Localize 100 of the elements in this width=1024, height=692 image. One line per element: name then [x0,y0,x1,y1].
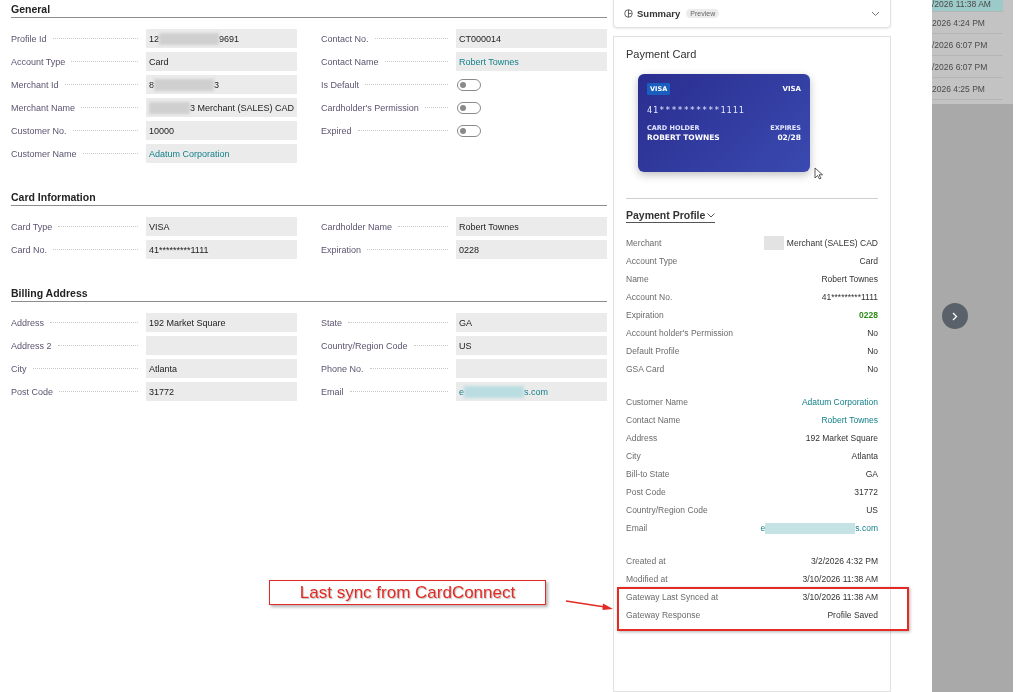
fact-value: Card [859,256,878,266]
field-label: Profile Id [11,33,47,44]
fact-label: Customer Name [626,397,688,407]
list-item[interactable]: /2026 6:07 PM [932,56,1003,78]
fact-label: Modified at [626,574,668,584]
mouse-cursor-icon [814,167,823,180]
fact-label: Default Profile [626,346,680,356]
fact-label: Name [626,274,649,284]
fact-value: 3/10/2026 11:38 AM [802,574,878,584]
fact-value: No [867,346,878,356]
fact-value: 41*********1111 [821,292,878,302]
chevron-right-icon [952,311,958,321]
section-heading: Card Information [11,191,607,206]
payment-profile-link[interactable]: Payment Profile [626,209,716,223]
field-label: Cardholder Name [321,221,393,232]
list-item[interactable]: /2026 6:07 PM [932,34,1003,56]
fact-label: Merchant [626,238,662,248]
field-label: Customer Name [11,148,77,159]
field-label: Address 2 [11,340,52,351]
fact-label: Email [626,523,648,533]
field-label: Country/Region Code [321,340,408,351]
fact-value: Profile Saved [827,610,878,620]
fact-label: Account No. [626,292,673,302]
input-field[interactable]: 10000 [146,121,297,140]
field-label: Card No. [11,244,47,255]
field-label: Cardholder's Permission [321,102,419,113]
fact-label: Account holder's Permission [626,328,733,338]
next-button[interactable] [942,303,968,329]
fact-label: City [626,451,641,461]
list-item[interactable]: 2026 4:24 PM [932,12,1003,34]
annotation-arrow [565,600,613,610]
panel-title: Payment Card [626,48,698,60]
input-field[interactable]: CT000014 [456,29,607,48]
field-label: Contact No. [321,33,369,44]
fact-value: 3/10/2026 11:38 AM [802,592,878,602]
section-heading: General [11,3,607,18]
field-label: City [11,363,27,374]
fact-label: GSA Card [626,364,665,374]
fact-link[interactable]: Robert Townes [821,415,878,425]
fact-label: Created at [626,556,666,566]
input-field[interactable]: 41*********1111 [146,240,297,259]
input-field[interactable]: Adatum Corporation [146,144,297,163]
fact-link[interactable]: Adatum Corporation [801,397,878,407]
input-field[interactable]: 192 Market Square [146,313,297,332]
chevron-down-icon[interactable] [871,10,880,17]
input-field[interactable]: 8 3 [146,75,297,94]
fact-label: Gateway Last Synced at [626,592,719,602]
fact-value: Robert Townes [821,274,878,284]
section-heading: Billing Address [11,287,607,302]
input-field[interactable]: GA [456,313,607,332]
field-label: Is Default [321,79,360,90]
toggle-switch[interactable] [457,101,481,114]
fact-value: Merchant (SALES) CAD [763,236,878,250]
fact-label: Address [626,433,658,443]
fact-label: Expiration [626,310,664,320]
field-label: Customer No. [11,125,67,136]
field-label: Email [321,386,344,397]
input-field[interactable]: US [456,336,607,355]
field-label: Expiration [321,244,362,255]
fact-value: No [867,364,878,374]
field-label: State [321,317,342,328]
input-field[interactable]: 12 9691 [146,29,297,48]
fact-value: 192 Market Square [805,433,878,443]
input-field[interactable]: 0228 [456,240,607,259]
field-label: Phone No. [321,363,364,374]
field-label: Card Type [11,221,53,232]
input-field[interactable]: Card [146,52,297,71]
fact-value: US [866,505,878,515]
input-field[interactable]: 3 Merchant (SALES) CAD [146,98,297,117]
annotation-callout: Last sync from CardConnect [269,580,546,605]
fact-value: 31772 [854,487,878,497]
summary-title: Summary [637,8,681,19]
fact-value: 3/2/2026 4:32 PM [810,556,878,566]
fact-label: Post Code [626,487,666,497]
list-item[interactable]: 2026 4:25 PM [932,78,1003,100]
field-label: Merchant Id [11,79,59,90]
fact-value: Atlanta [851,451,878,461]
fact-label: Gateway Response [626,610,701,620]
input-field[interactable]: Robert Townes [456,217,607,236]
field-label: Address [11,317,45,328]
field-label: Contact Name [321,56,379,67]
fact-value: No [867,328,878,338]
fact-value: 0228 [859,310,878,320]
input-field[interactable]: VISA [146,217,297,236]
toggle-switch[interactable] [457,124,481,137]
chevron-down-icon [707,212,716,218]
input-field[interactable]: Atlanta [146,359,297,378]
fact-label: Account Type [626,256,678,266]
input-field[interactable]: 31772 [146,382,297,401]
field-label: Merchant Name [11,102,76,113]
fact-label: Country/Region Code [626,505,708,515]
field-label: Account Type [11,56,66,67]
input-field[interactable]: e s.com [456,382,607,401]
toggle-switch[interactable] [457,78,481,91]
fact-link[interactable]: e s.com [760,522,878,534]
fact-value: GA [865,469,878,479]
list-item[interactable]: /2026 11:38 AM [932,0,1003,12]
card-number: 41**********1111 [647,105,746,115]
input-field[interactable]: Robert Townes [456,52,607,71]
fact-label: Bill-to State [626,469,670,479]
